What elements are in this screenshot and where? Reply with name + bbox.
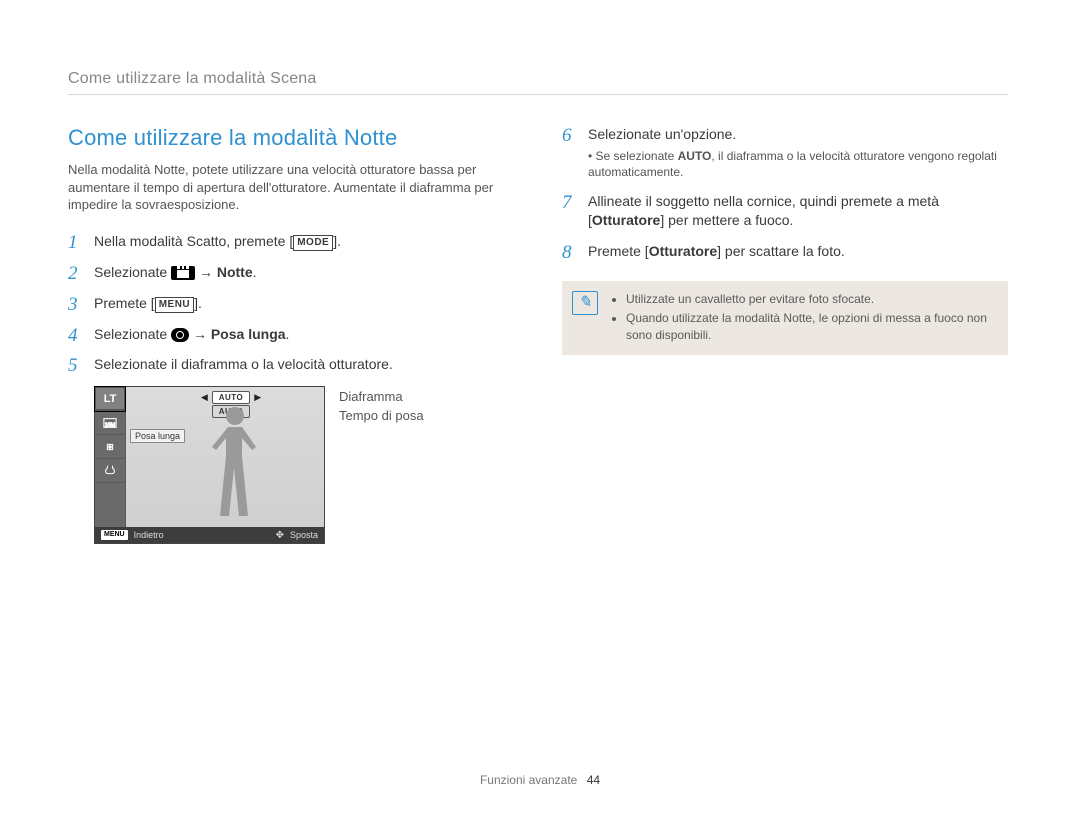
silhouette-icon	[200, 407, 270, 527]
step-text: ].	[333, 233, 341, 249]
step-8: Premete [Otturatore] per scattare la fot…	[562, 242, 1008, 261]
step-text: Selezionate il diaframma o la velocità o…	[94, 356, 393, 372]
step-text: Selezionate	[94, 264, 171, 280]
right-arrow-icon: ▶	[254, 392, 261, 403]
step-6-sub: Se selezionate AUTO, il diaframma o la v…	[588, 148, 1008, 180]
lcd-stabilizer-icon	[95, 459, 125, 483]
menu-icon: MENU	[155, 297, 194, 313]
note-item: Utilizzate un cavalletto per evitare fot…	[626, 291, 994, 308]
lcd-illustration-group: LT 16M ◀ AUTO▶ AUTO Posa lunga	[94, 386, 514, 544]
step-text: ] per scattare la foto.	[717, 243, 845, 259]
note-item: Quando utilizzate la modalità Notte, le …	[626, 310, 994, 344]
step-text: Se selezionate	[596, 149, 678, 163]
steps-right-list: Selezionate un'opzione. Se selezionate A…	[562, 125, 1008, 261]
step-text: →	[199, 264, 217, 280]
camera-lcd: LT 16M ◀ AUTO▶ AUTO Posa lunga	[94, 386, 325, 544]
lcd-lt-badge: LT	[95, 387, 125, 411]
step-bold: Notte	[217, 264, 253, 280]
section-header: Come utilizzare la modalità Scena	[68, 70, 1008, 95]
lcd-footer: MENU Indietro ✥ Sposta	[95, 527, 324, 543]
step-text: .	[253, 264, 257, 280]
intro-text: Nella modalità Notte, potete utilizzare …	[68, 161, 514, 214]
right-column: Selezionate un'opzione. Se selezionate A…	[562, 125, 1008, 544]
lcd-sidebar: LT 16M	[95, 387, 126, 527]
dpad-icon: ✥	[276, 530, 284, 541]
steps-left-list: Nella modalità Scatto, premete [MODE]. S…	[68, 232, 514, 375]
footer-text: Funzioni avanzate	[480, 773, 577, 787]
callout-shutter: Tempo di posa	[339, 407, 424, 425]
step-4: Selezionate → Posa lunga.	[68, 325, 514, 344]
lcd-move-label: Sposta	[290, 530, 318, 540]
step-7: Allineate il soggetto nella cornice, qui…	[562, 192, 1008, 230]
step-bold: AUTO	[678, 149, 712, 163]
step-bold: Otturatore	[592, 212, 660, 228]
step-text: →	[193, 326, 211, 342]
lcd-row-aperture: ◀ AUTO▶	[154, 390, 308, 404]
step-text: ].	[194, 295, 202, 311]
note-icon: ✎	[572, 291, 598, 315]
step-text: .	[286, 326, 290, 342]
step-text: Selezionate un'opzione.	[588, 126, 736, 142]
camera-icon	[171, 328, 189, 342]
page-footer: Funzioni avanzate 44	[0, 773, 1080, 787]
step-text: Premete [	[588, 243, 649, 259]
left-arrow-icon: ◀	[201, 392, 208, 403]
step-6: Selezionate un'opzione. Se selezionate A…	[562, 125, 1008, 180]
step-text: Premete [	[94, 295, 155, 311]
step-bold: Otturatore	[649, 243, 717, 259]
mode-icon: MODE	[293, 235, 333, 251]
menu-chip-icon: MENU	[101, 530, 128, 540]
note-box: ✎ Utilizzate un cavalletto per evitare f…	[562, 281, 1008, 355]
lcd-mode-label: Posa lunga	[130, 429, 185, 443]
step-3: Premete [MENU].	[68, 294, 514, 313]
step-text: Nella modalità Scatto, premete [	[94, 233, 293, 249]
lcd-size-icon: 16M	[95, 411, 125, 435]
auto-pill: AUTO	[212, 391, 251, 404]
lcd-back-label: Indietro	[134, 530, 164, 540]
lcd-focus-icon	[95, 435, 125, 459]
step-5: Selezionate il diaframma o la velocità o…	[68, 355, 514, 374]
svg-text:16M: 16M	[105, 422, 115, 428]
step-2: Selezionate → Notte.	[68, 263, 514, 282]
step-bold: Posa lunga	[211, 326, 286, 342]
page-title: Come utilizzare la modalità Notte	[68, 125, 514, 151]
footer-page-number: 44	[587, 773, 600, 787]
lcd-main: ◀ AUTO▶ AUTO Posa lunga	[126, 387, 324, 527]
step-text: Selezionate	[94, 326, 171, 342]
step-text: ] per mettere a fuoco.	[660, 212, 793, 228]
callout-aperture: Diaframma	[339, 388, 424, 406]
left-column: Come utilizzare la modalità Notte Nella …	[68, 125, 514, 544]
step-1: Nella modalità Scatto, premete [MODE].	[68, 232, 514, 251]
scn-icon	[171, 266, 195, 280]
